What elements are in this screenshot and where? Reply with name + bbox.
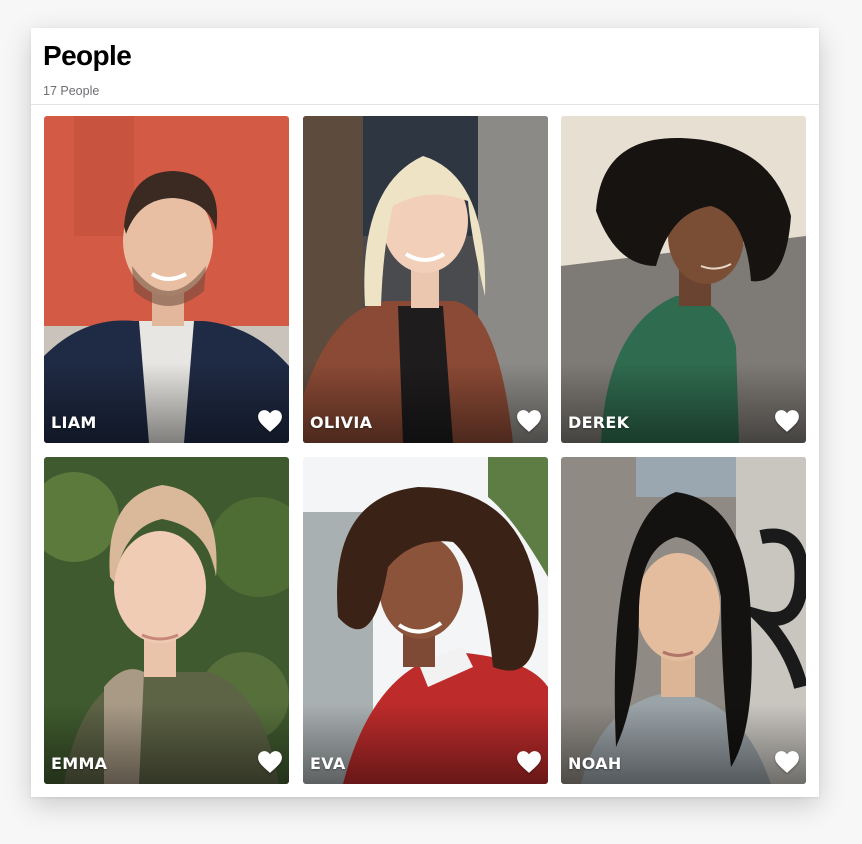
person-card-olivia[interactable]: OLIVIA	[303, 116, 548, 443]
person-name: OLIVIA	[310, 413, 373, 432]
people-window: People 17 People LIAM OLIVIA DEREK EMMA …	[31, 28, 819, 797]
heart-icon[interactable]	[516, 750, 542, 774]
person-name: DEREK	[568, 413, 630, 432]
person-card-derek[interactable]: DEREK	[561, 116, 806, 443]
person-name: NOAH	[568, 754, 622, 773]
person-name: LIAM	[51, 413, 97, 432]
person-card-emma[interactable]: EMMA	[44, 457, 289, 784]
people-count: 17 People	[43, 84, 100, 98]
heart-icon[interactable]	[774, 750, 800, 774]
heart-icon[interactable]	[257, 409, 283, 433]
person-card-eva[interactable]: EVA	[303, 457, 548, 784]
person-card-noah[interactable]: NOAH	[561, 457, 806, 784]
heart-icon[interactable]	[516, 409, 542, 433]
heart-icon[interactable]	[774, 409, 800, 433]
heart-icon[interactable]	[257, 750, 283, 774]
header-divider	[31, 104, 819, 105]
header: People 17 People	[43, 40, 807, 98]
person-name: EMMA	[51, 754, 108, 773]
people-grid: LIAM OLIVIA DEREK EMMA EVA NOAH	[44, 116, 806, 784]
page-title: People	[43, 40, 132, 71]
person-name: EVA	[310, 754, 346, 773]
person-card-liam[interactable]: LIAM	[44, 116, 289, 443]
